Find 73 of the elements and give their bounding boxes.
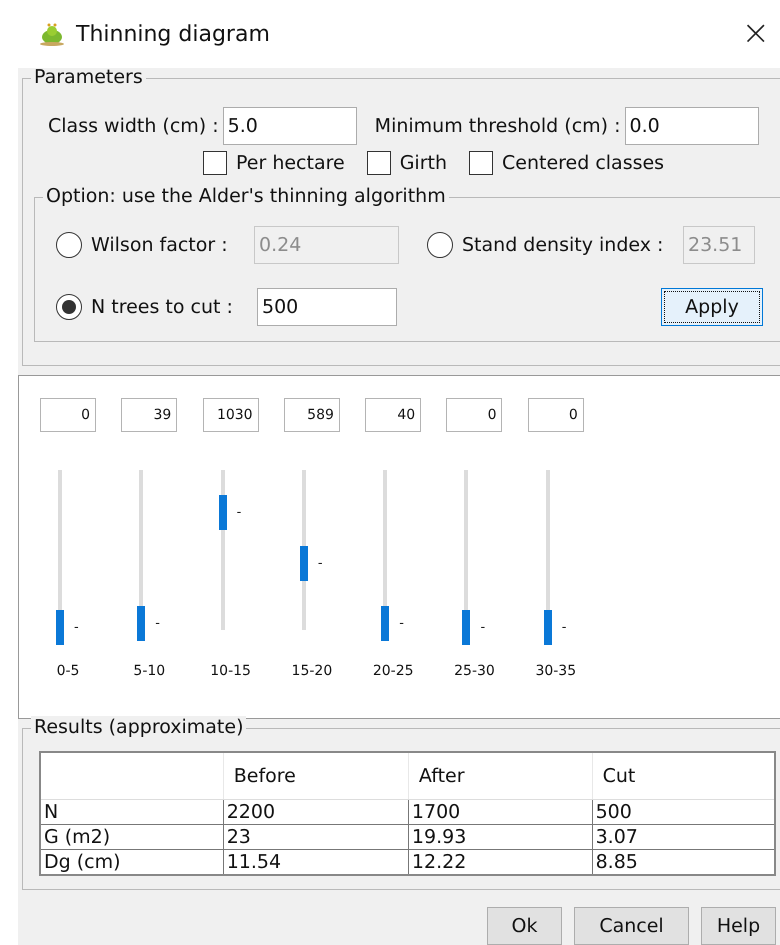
column-header: After (408, 752, 592, 800)
table-cell: 500 (592, 800, 775, 824)
count-field[interactable]: 1030 (202, 398, 259, 432)
count-field[interactable]: 0 (528, 398, 584, 432)
table-cell: 23 (223, 824, 408, 850)
checkbox[interactable] (469, 151, 493, 175)
apply-button[interactable]: Apply (661, 288, 763, 326)
dialog-button[interactable]: Cancel (574, 907, 689, 945)
table-cell: 19.93 (408, 824, 592, 850)
table-cell: 8.85 (592, 850, 775, 875)
count-field[interactable]: 40 (365, 398, 422, 432)
checkbox-label: Per hectare (236, 152, 345, 174)
slider-thumb[interactable] (137, 606, 146, 641)
option-label: Wilson factor : (91, 234, 228, 256)
slider-tick: - (155, 618, 160, 630)
checkbox-label: Centered classes (502, 152, 664, 174)
table-cell: 3.07 (592, 824, 775, 850)
slider-tick: - (318, 558, 323, 570)
close-button[interactable]: × (738, 16, 774, 50)
column-header: Before (223, 752, 408, 800)
option-label: Stand density index : (462, 234, 664, 256)
slider-thumb[interactable] (300, 546, 308, 581)
class-label: 20-25 (372, 663, 415, 679)
column-header: Cut (592, 752, 775, 800)
field-label: Minimum threshold (cm) : (374, 115, 621, 137)
field-label: Class width (cm) : (48, 115, 219, 137)
row-header: G (m2) (40, 824, 224, 850)
input-field[interactable]: 5.0 (222, 107, 357, 145)
dialog-button[interactable]: Ok (487, 907, 562, 945)
option-label: N trees to cut : (91, 296, 233, 318)
radio-button[interactable] (56, 232, 82, 258)
table-cell: 2200 (223, 800, 408, 824)
slider-tick: - (480, 622, 486, 634)
slider-thumb[interactable] (544, 610, 552, 645)
group-title: Results (approximate) (34, 716, 244, 738)
slider-track[interactable] (544, 470, 552, 645)
checkbox[interactable] (203, 151, 227, 175)
dialog-button[interactable]: Help (701, 907, 776, 945)
count-field[interactable]: 0 (446, 398, 502, 432)
table-cell: 12.22 (408, 850, 592, 875)
radio-button[interactable] (56, 294, 82, 320)
class-label: 25-30 (453, 663, 496, 679)
slider-tick: - (562, 622, 566, 634)
input-field[interactable]: 500 (257, 288, 397, 326)
slider-thumb[interactable] (56, 610, 64, 645)
slider-tick: - (399, 618, 404, 630)
input-field[interactable]: 0.0 (624, 107, 759, 145)
slider-thumb[interactable] (381, 606, 390, 641)
slider-thumb[interactable] (462, 610, 470, 645)
window-title: Thinning diagram (76, 22, 270, 46)
slider-track[interactable] (56, 470, 64, 645)
radio-button[interactable] (427, 232, 453, 258)
count-field[interactable]: 589 (284, 398, 340, 432)
count-field[interactable]: 0 (40, 398, 96, 432)
slider-tick: - (74, 622, 79, 634)
slider-tick: - (236, 507, 242, 520)
group-title: Option: use the Alder's thinning algorithm (46, 185, 446, 207)
slider-thumb[interactable] (218, 495, 227, 530)
class-label: 15-20 (290, 663, 334, 679)
class-label: 30-35 (534, 663, 578, 679)
checkbox-label: Girth (400, 152, 447, 174)
count-field[interactable]: 39 (121, 398, 178, 432)
slider-track[interactable] (462, 470, 470, 645)
group-title: Parameters (34, 68, 143, 88)
table-cell: 1700 (408, 800, 592, 824)
table-cell: 11.54 (223, 850, 408, 875)
row-header: Dg (cm) (40, 850, 224, 875)
class-label: 5-10 (132, 663, 166, 679)
checkbox[interactable] (366, 151, 391, 175)
app-icon (38, 21, 66, 47)
class-label: 10-15 (209, 663, 252, 679)
row-header: N (40, 800, 224, 824)
class-label: 0-5 (56, 663, 80, 679)
